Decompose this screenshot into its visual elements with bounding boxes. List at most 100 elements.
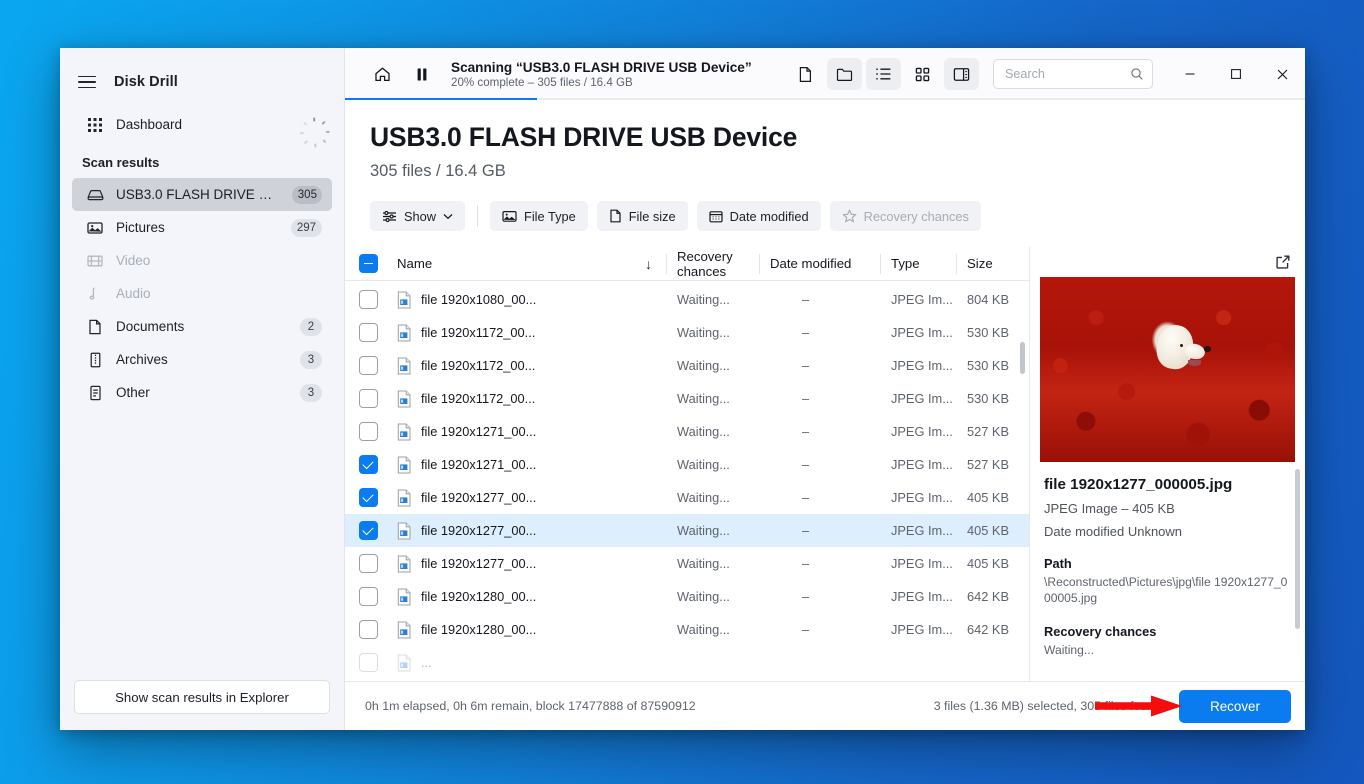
table-scrollbar[interactable]	[1020, 342, 1025, 374]
split-panel-icon[interactable]	[944, 58, 979, 90]
row-type: JPEG Im...	[881, 490, 956, 505]
row-checkbox-cell	[345, 488, 391, 507]
grid-view-icon[interactable]	[905, 58, 940, 90]
pause-icon[interactable]	[405, 57, 439, 91]
file-size-filter-button[interactable]: File size	[597, 201, 688, 231]
sidebar-item-audio[interactable]: Audio	[72, 277, 332, 310]
date-modified-filter-button[interactable]: Date modified	[697, 201, 821, 231]
table-row[interactable]: file 1920x1172_00...Waiting...–JPEG Im..…	[345, 382, 1029, 415]
sort-arrow-icon[interactable]: ↓	[645, 256, 652, 272]
row-checkbox[interactable]	[359, 389, 378, 408]
hamburger-menu-icon[interactable]	[78, 76, 96, 89]
row-checkbox[interactable]	[359, 422, 378, 441]
row-checkbox[interactable]	[359, 323, 378, 342]
folder-icon[interactable]	[827, 58, 862, 90]
select-all-cell	[345, 254, 391, 273]
file-name: ...	[421, 655, 432, 670]
open-external-icon[interactable]	[1275, 254, 1291, 270]
minimize-button[interactable]	[1167, 48, 1213, 100]
sidebar-item-label: Other	[116, 385, 288, 400]
sidebar-item-pictures[interactable]: Pictures 297	[72, 211, 332, 244]
row-recovery: Waiting...	[667, 457, 759, 472]
recovery-chances-filter-button[interactable]: Recovery chances	[830, 201, 981, 231]
dog-nose-shape	[1204, 346, 1211, 352]
row-checkbox[interactable]	[359, 488, 378, 507]
table-row[interactable]: file 1920x1277_00...Waiting...–JPEG Im..…	[345, 547, 1029, 580]
table-row[interactable]: file 1920x1080_00...Waiting...–JPEG Im..…	[345, 283, 1029, 316]
preview-date-modified: Date modified Unknown	[1044, 524, 1289, 539]
sidebar-item-label: Pictures	[116, 220, 279, 235]
row-recovery: Waiting...	[667, 325, 759, 340]
row-size: 530 KB	[957, 391, 1029, 406]
column-header-size[interactable]: Size	[957, 256, 1029, 271]
select-all-checkbox[interactable]	[359, 254, 378, 273]
loading-spinner-icon	[306, 117, 322, 133]
table-row[interactable]: file 1920x1172_00...Waiting...–JPEG Im..…	[345, 316, 1029, 349]
recover-button[interactable]: Recover	[1179, 690, 1291, 723]
video-icon	[86, 252, 104, 270]
sidebar-item-badge: 2	[300, 318, 322, 336]
document-icon	[609, 209, 622, 223]
jpeg-file-icon	[397, 588, 412, 606]
table-row[interactable]: file 1920x1271_00...Waiting...–JPEG Im..…	[345, 448, 1029, 481]
column-header-recovery[interactable]: Recovery chances	[667, 249, 759, 279]
scan-subtitle: 20% complete – 305 files / 16.4 GB	[451, 76, 752, 89]
row-checkbox[interactable]	[359, 554, 378, 573]
sidebar-item-video[interactable]: Video	[72, 244, 332, 277]
search-box[interactable]	[993, 59, 1153, 89]
row-recovery: Waiting...	[667, 391, 759, 406]
show-filter-button[interactable]: Show	[370, 201, 465, 231]
table-row[interactable]: ...	[345, 646, 1029, 679]
table-row[interactable]: file 1920x1280_00...Waiting...–JPEG Im..…	[345, 580, 1029, 613]
sidebar-item-archives[interactable]: Archives 3	[72, 343, 332, 376]
row-recovery: Waiting...	[667, 556, 759, 571]
file-type-filter-button[interactable]: File Type	[490, 201, 588, 231]
row-name-cell: file 1920x1080_00...	[391, 291, 666, 309]
maximize-button[interactable]	[1213, 48, 1259, 100]
show-in-explorer-button[interactable]: Show scan results in Explorer	[74, 680, 330, 714]
preview-scrollbar[interactable]	[1295, 469, 1300, 629]
search-input[interactable]	[1005, 67, 1130, 81]
row-date: –	[760, 622, 880, 637]
preview-details: file 1920x1277_000005.jpg JPEG Image – 4…	[1030, 462, 1305, 681]
close-button[interactable]	[1259, 48, 1305, 100]
sidebar-item-other[interactable]: Other 3	[72, 376, 332, 409]
sidebar-item-usb-drive[interactable]: USB3.0 FLASH DRIVE US... 305	[72, 178, 332, 211]
row-checkbox[interactable]	[359, 290, 378, 309]
table-row[interactable]: file 1920x1280_00...Waiting...–JPEG Im..…	[345, 613, 1029, 646]
column-header-date[interactable]: Date modified	[760, 256, 880, 271]
table-row[interactable]: file 1920x1277_00...Waiting...–JPEG Im..…	[345, 514, 1029, 547]
row-checkbox[interactable]	[359, 620, 378, 639]
table-row[interactable]: file 1920x1172_00...Waiting...–JPEG Im..…	[345, 349, 1029, 382]
row-checkbox-cell	[345, 653, 391, 672]
sidebar-item-dashboard[interactable]: Dashboard	[72, 108, 332, 141]
column-header-type[interactable]: Type	[881, 256, 956, 271]
filter-label: File Type	[524, 209, 576, 224]
file-name: file 1920x1280_00...	[421, 622, 536, 637]
content-split: Name ↓ Recovery chances Date modified Ty…	[345, 247, 1305, 681]
row-checkbox[interactable]	[359, 653, 378, 672]
search-icon[interactable]	[1130, 67, 1144, 81]
page-header: USB3.0 FLASH DRIVE USB Device 305 files …	[345, 100, 1305, 181]
row-size: 405 KB	[957, 523, 1029, 538]
preview-panel: file 1920x1277_000005.jpg JPEG Image – 4…	[1030, 247, 1305, 681]
row-type: JPEG Im...	[881, 391, 956, 406]
list-view-icon[interactable]	[866, 58, 901, 90]
sidebar-item-documents[interactable]: Documents 2	[72, 310, 332, 343]
row-date: –	[760, 391, 880, 406]
row-name-cell: file 1920x1280_00...	[391, 588, 666, 606]
filter-label: Recovery chances	[864, 209, 969, 224]
home-icon[interactable]	[365, 57, 399, 91]
table-row[interactable]: file 1920x1277_00...Waiting...–JPEG Im..…	[345, 481, 1029, 514]
row-date: –	[760, 457, 880, 472]
filter-label: Show	[404, 209, 436, 224]
row-checkbox[interactable]	[359, 455, 378, 474]
row-checkbox[interactable]	[359, 521, 378, 540]
row-size: 804 KB	[957, 292, 1029, 307]
table-row[interactable]: file 1920x1271_00...Waiting...–JPEG Im..…	[345, 415, 1029, 448]
column-header-name[interactable]: Name ↓	[391, 256, 666, 272]
file-icon[interactable]	[788, 58, 823, 90]
row-checkbox[interactable]	[359, 356, 378, 375]
selection-status: 3 files (1.36 MB) selected, 305 files fo…	[934, 699, 1161, 713]
row-checkbox[interactable]	[359, 587, 378, 606]
